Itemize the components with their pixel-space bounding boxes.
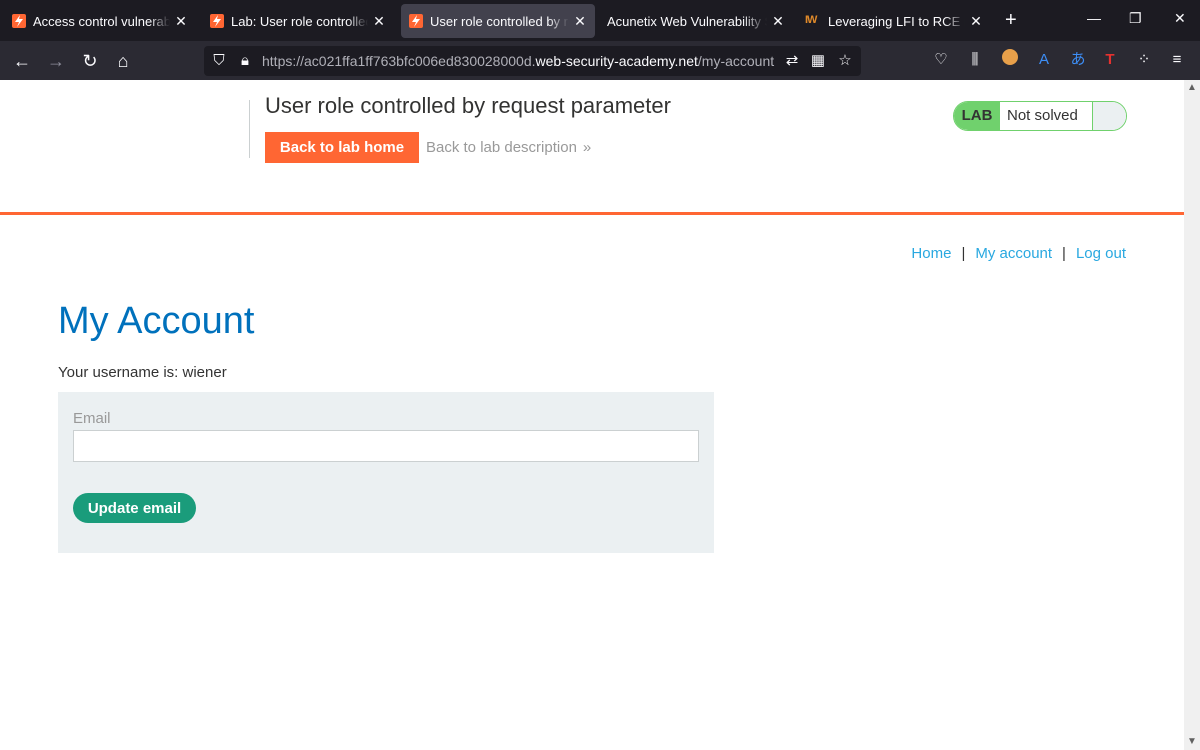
menu-icon[interactable]: ≡ [1167, 49, 1187, 71]
restore-icon[interactable]: ❐ [1129, 10, 1142, 27]
close-icon[interactable]: ✕ [573, 13, 587, 30]
nav-separator: | [1062, 245, 1066, 262]
pocket-icon[interactable]: ♡ [931, 49, 951, 71]
portswigger-icon [409, 14, 423, 28]
tab-label: Leveraging LFI to RCE in a we [828, 13, 965, 29]
minimize-icon[interactable]: — [1087, 10, 1101, 26]
shield-icon[interactable]: ⛉ [210, 52, 228, 70]
back-to-lab-description-link[interactable]: Back to lab description» [426, 139, 591, 156]
username-text: Your username is: wiener [58, 364, 227, 381]
close-icon[interactable]: ✕ [969, 13, 983, 30]
nav-home-link[interactable]: Home [911, 245, 951, 262]
top-navigation: Home | My account | Log out [911, 245, 1126, 262]
portswigger-icon [210, 14, 224, 28]
home-icon[interactable]: ⌂ [113, 51, 133, 71]
translate-icon[interactable]: ⇄ [783, 52, 801, 70]
close-window-icon[interactable]: ✕ [1174, 10, 1186, 27]
nav-log-out-link[interactable]: Log out [1076, 245, 1126, 262]
nav-my-account-link[interactable]: My account [975, 245, 1052, 262]
close-icon[interactable]: ✕ [174, 13, 188, 30]
qr-code-icon[interactable]: ▦ [809, 52, 827, 70]
tab-label: Lab: User role controlled by r [231, 13, 368, 29]
page-content: User role controlled by request paramete… [0, 80, 1184, 750]
tab-label: User role controlled by reque [430, 13, 569, 29]
url-text[interactable]: https://ac021ffa1ff763bfc006ed830028000d… [262, 53, 774, 69]
update-email-form: Email Update email [58, 392, 714, 553]
page-scrollbar[interactable]: ▲ ▼ [1184, 80, 1200, 750]
lab-title: User role controlled by request paramete… [265, 93, 671, 118]
iw-icon: IW [805, 14, 817, 26]
double-chevron-right-icon: » [582, 139, 592, 156]
url-bar[interactable]: ⛉ 🔒︎ https://ac021ffa1ff763bfc006ed83002… [204, 46, 861, 76]
scroll-down-icon[interactable]: ▼ [1187, 736, 1197, 747]
tab-lfi-rce[interactable]: IW Leveraging LFI to RCE in a we ✕ [797, 4, 991, 38]
divider [249, 100, 250, 158]
lock-icon[interactable]: 🔒︎ [236, 52, 254, 70]
update-email-button[interactable]: Update email [73, 493, 196, 523]
bookmark-star-icon[interactable]: ☆ [836, 52, 854, 70]
email-field[interactable] [73, 430, 699, 462]
t-extension-icon[interactable]: T [1100, 49, 1120, 71]
lab-status-text: Not solved [1000, 102, 1092, 130]
tab-label: Acunetix Web Vulnerability Scanne [607, 13, 767, 29]
lab-status-widget: LAB Not solved [953, 101, 1127, 131]
forward-arrow-icon[interactable]: → [46, 51, 66, 71]
tab-access-control[interactable]: Access control vulnerabilities ✕ [4, 4, 196, 38]
tab-label: Access control vulnerabilities [33, 13, 170, 29]
extensions-icon[interactable]: ⁘ [1134, 49, 1154, 71]
back-arrow-icon[interactable]: ← [12, 51, 32, 71]
tab-active-lab[interactable]: User role controlled by reque ✕ [401, 4, 595, 38]
translate-extension-icon[interactable]: A [1034, 49, 1054, 71]
lab-badge: LAB [954, 102, 1000, 130]
library-icon[interactable]: ⫼ [965, 49, 985, 71]
new-tab-icon[interactable]: + [1005, 10, 1017, 30]
back-to-lab-home-button[interactable]: Back to lab home [265, 132, 419, 163]
header-divider [0, 212, 1184, 215]
reload-icon[interactable]: ↻ [80, 51, 100, 71]
portswigger-icon [12, 14, 26, 28]
page-title: My Account [58, 300, 255, 342]
localcdn-extension-icon[interactable] [1000, 49, 1020, 71]
tab-acunetix[interactable]: Acunetix Web Vulnerability Scanne ✕ [599, 4, 793, 38]
nav-separator: | [961, 245, 966, 262]
navigation-bar: ← → ↻ ⌂ ⛉ 🔒︎ https://ac021ffa1ff763bfc00… [0, 41, 1200, 80]
close-icon[interactable]: ✕ [372, 13, 386, 30]
status-indicator [1092, 102, 1126, 130]
scroll-up-icon[interactable]: ▲ [1187, 82, 1197, 93]
tab-bar: Access control vulnerabilities ✕ Lab: Us… [0, 0, 1200, 41]
tab-lab-description[interactable]: Lab: User role controlled by r ✕ [202, 4, 394, 38]
language-extension-icon[interactable]: あ [1068, 49, 1088, 71]
close-icon[interactable]: ✕ [771, 13, 785, 30]
email-label: Email [73, 410, 111, 427]
